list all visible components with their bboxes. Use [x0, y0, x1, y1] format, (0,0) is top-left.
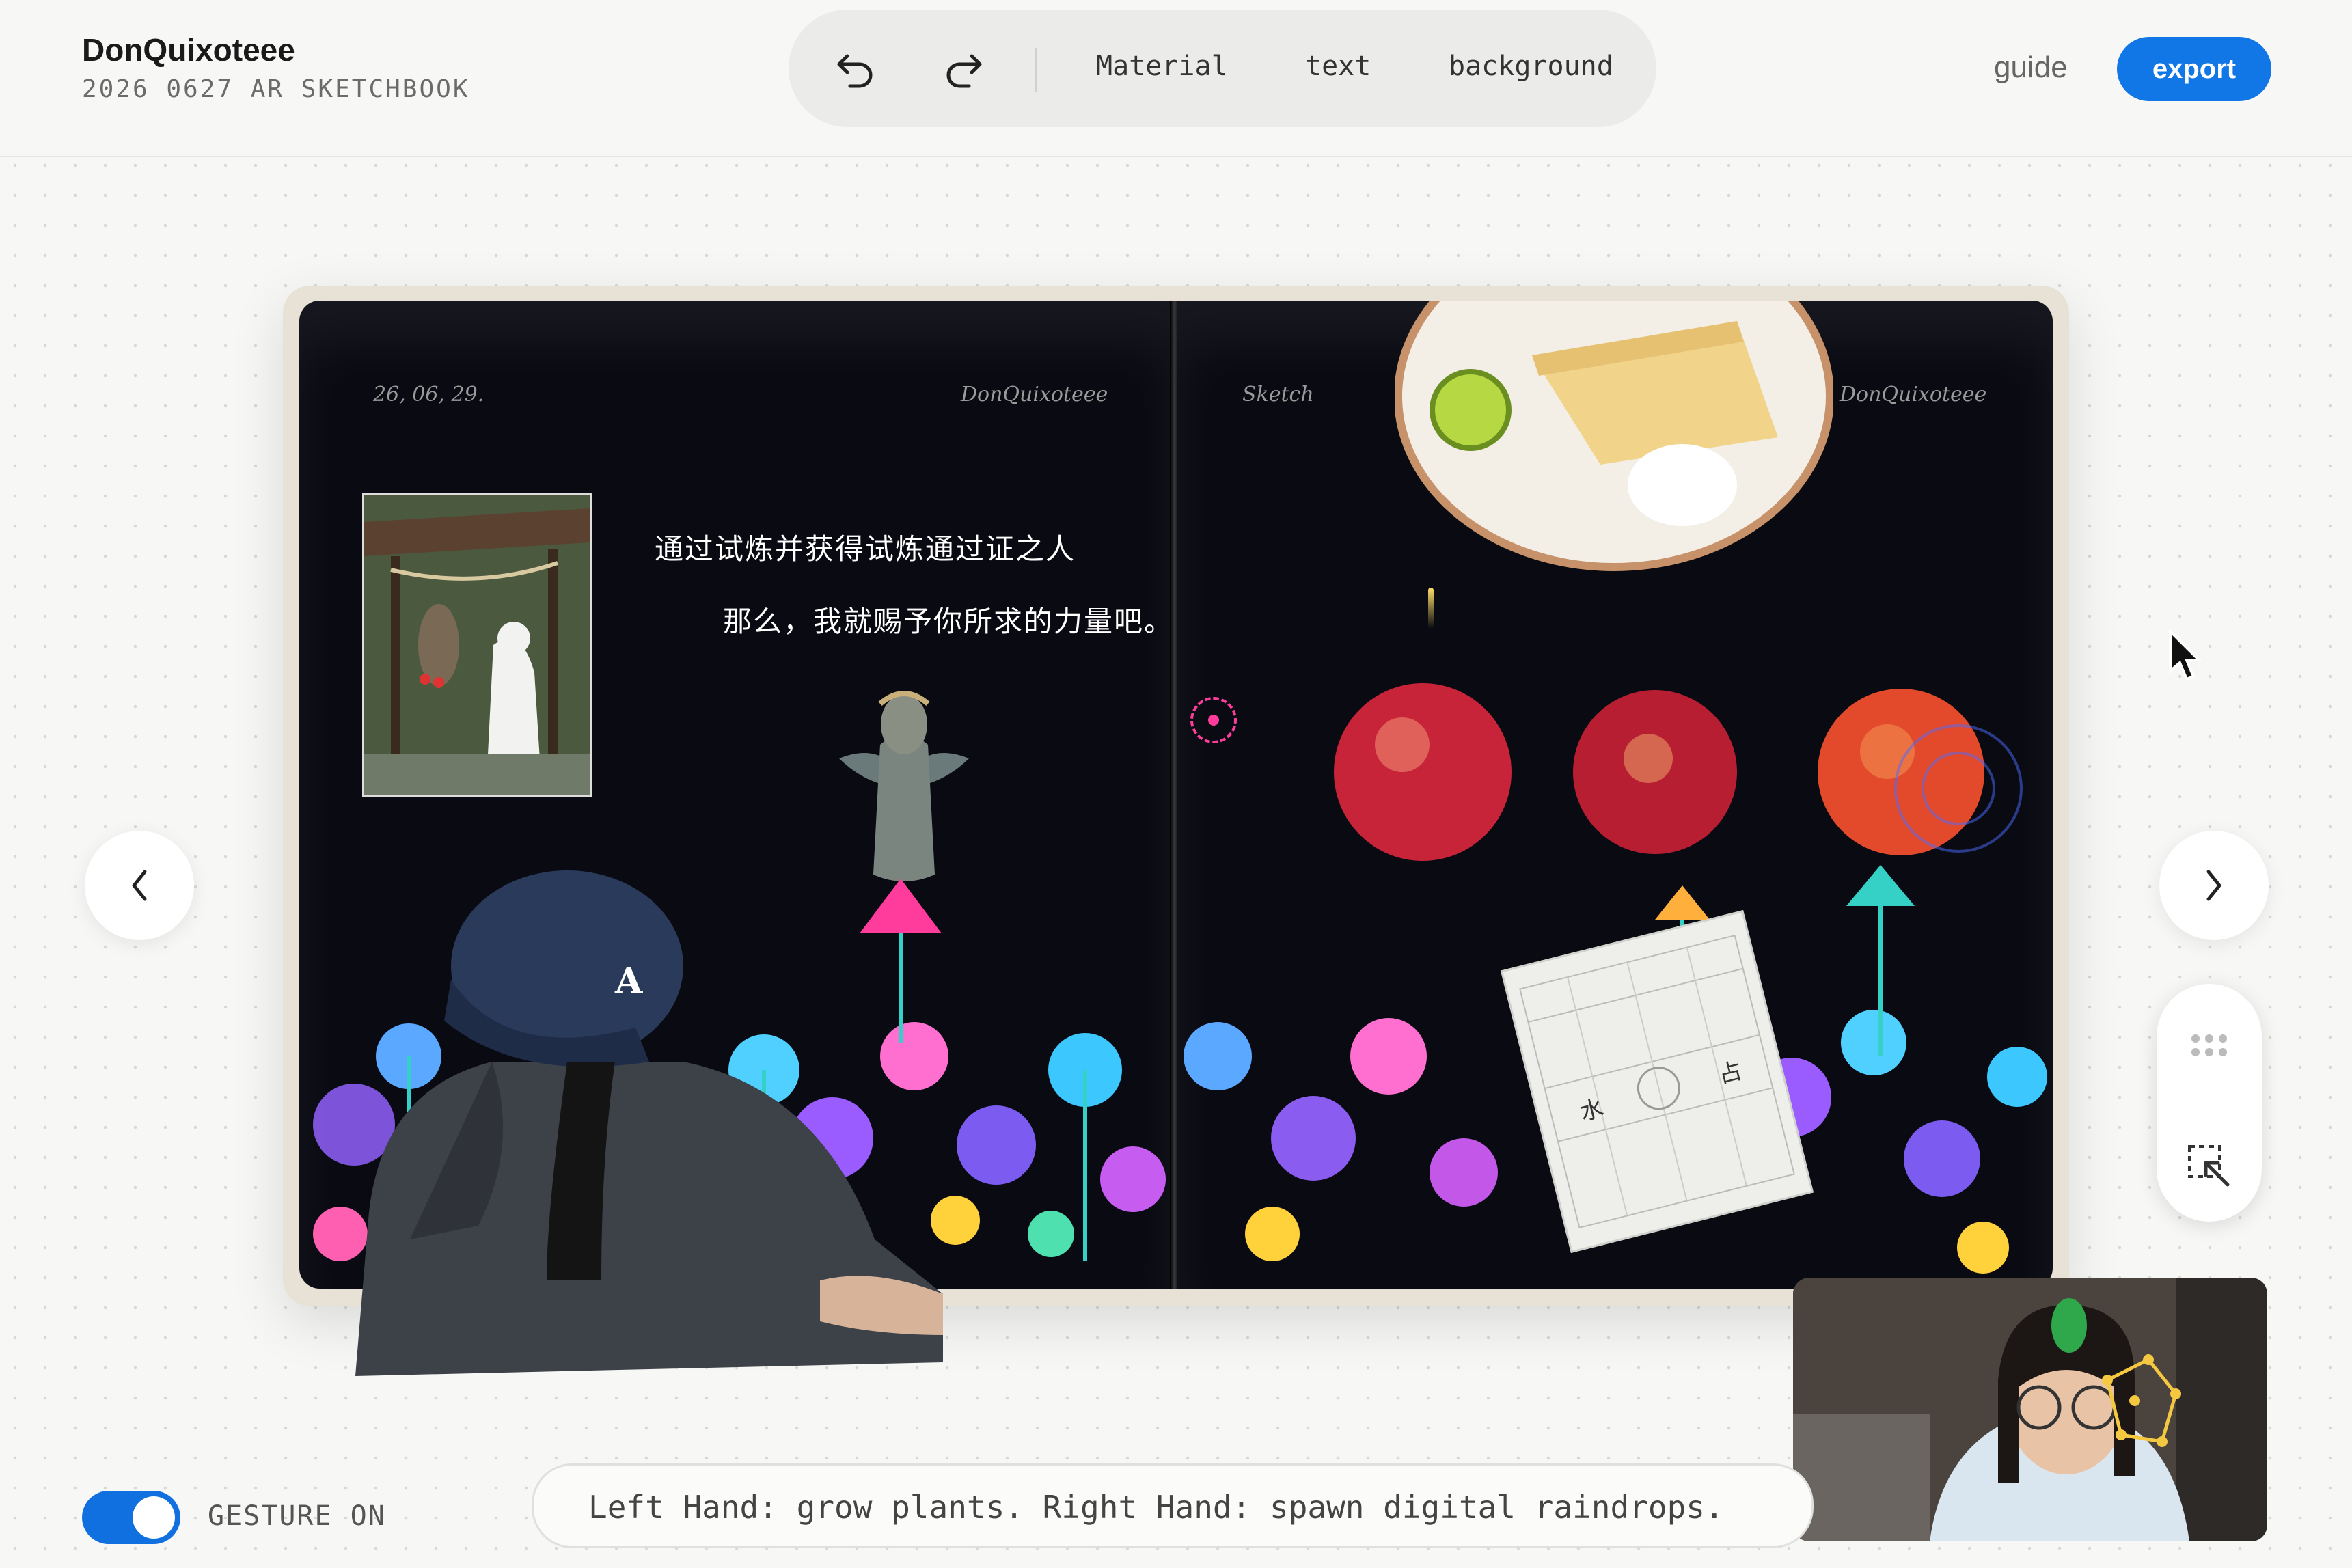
- tab-background[interactable]: background: [1449, 51, 1613, 82]
- prev-page-button[interactable]: [85, 831, 194, 940]
- chevron-right-icon: [2206, 870, 2221, 901]
- tab-material[interactable]: Material: [1096, 51, 1228, 82]
- top-bar: DonQuixoteee 2026 0627 AR SKETCHBOOK Mat…: [0, 0, 2352, 157]
- touch-indicator: [1190, 697, 1237, 743]
- flame-drop: [1428, 588, 1434, 629]
- page-author-right: DonQuixoteee: [1840, 383, 1987, 407]
- shrine-photo[interactable]: [362, 493, 592, 797]
- app-title: DonQuixoteee: [82, 32, 295, 68]
- redo-icon[interactable]: [936, 41, 991, 96]
- webcam-preview: [1793, 1278, 2267, 1541]
- cake-plate[interactable]: [1394, 301, 1834, 574]
- poem-line-1: 通过试炼并获得试炼通过证之人: [655, 532, 1076, 566]
- hint-text: Left Hand: grow plants. Right Hand: spaw…: [588, 1489, 1724, 1526]
- svg-text:A: A: [614, 961, 643, 1002]
- tab-text[interactable]: text: [1305, 51, 1371, 82]
- toolbar: Material text background: [789, 10, 1656, 127]
- page-date: 26, 06, 29.: [373, 383, 484, 407]
- undo-icon[interactable]: [828, 41, 883, 96]
- gesture-toggle[interactable]: [82, 1491, 180, 1544]
- floating-tool-panel: [2157, 984, 2262, 1222]
- toggle-knob: [133, 1496, 175, 1539]
- mouse-cursor-icon: [2169, 629, 2202, 681]
- right-page[interactable]: Sketch DonQuixoteee 水 占: [1177, 301, 2053, 1289]
- page-heading-right: Sketch: [1242, 383, 1314, 407]
- export-button[interactable]: export: [2117, 37, 2271, 101]
- hint-bar: Left Hand: grow plants. Right Hand: spaw…: [532, 1463, 1814, 1548]
- grip-dots-icon[interactable]: [2189, 1032, 2230, 1059]
- chevron-left-icon: [132, 870, 147, 901]
- person-cutout[interactable]: A: [342, 857, 943, 1390]
- ripple-ring-inner: [1922, 752, 1995, 825]
- toolbar-divider: [1035, 48, 1037, 92]
- select-cursor-icon[interactable]: [2185, 1142, 2233, 1190]
- poem-line-2: 那么，我就赐予你所求的力量吧。: [723, 605, 1174, 638]
- next-page-button[interactable]: [2159, 831, 2269, 940]
- gesture-label: GESTURE ON: [208, 1500, 386, 1532]
- page-author-left: DonQuixoteee: [961, 383, 1108, 407]
- guide-link[interactable]: guide: [1994, 51, 2068, 85]
- app-subtitle: 2026 0627 AR SKETCHBOOK: [82, 75, 470, 103]
